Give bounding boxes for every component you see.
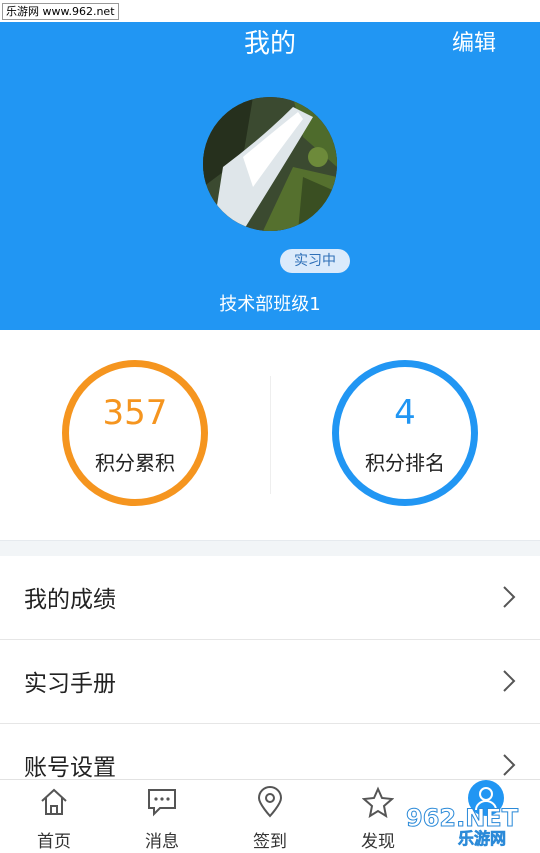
tab-checkin[interactable]: 签到 (216, 780, 324, 853)
points-rank-label: 积分排名 (365, 451, 445, 475)
tab-label: 首页 (37, 832, 71, 852)
chevron-right-icon (503, 754, 516, 776)
menu-item-label: 我的成绩 (24, 587, 116, 613)
tab-label: 消息 (145, 832, 179, 852)
avatar-waterfall-image (203, 97, 337, 231)
points-total-ring[interactable]: 357 积分累积 (62, 360, 208, 506)
menu-item-grades[interactable]: 我的成绩 (0, 556, 540, 640)
settings-menu: 我的成绩 实习手册 账号设置 (0, 556, 540, 808)
tab-home[interactable]: 首页 (0, 780, 108, 853)
chevron-right-icon (503, 586, 516, 608)
watermark-bottom: 962.NET (406, 804, 519, 832)
star-icon (362, 786, 394, 818)
points-rank-ring[interactable]: 4 积分排名 (332, 360, 478, 506)
watermark-top: 乐游网 www.962.net (2, 3, 119, 20)
message-icon (148, 789, 176, 817)
menu-item-label: 账号设置 (24, 755, 116, 781)
points-total-label: 积分累积 (95, 451, 175, 475)
department-label: 技术部班级1 (219, 294, 321, 315)
section-gap (0, 540, 540, 557)
menu-item-handbook[interactable]: 实习手册 (0, 640, 540, 724)
home-icon (41, 788, 67, 815)
profile-header: 我的 编辑 实习中 技术部班级1 (0, 22, 540, 330)
stats-panel: 357 积分累积 4 积分排名 (0, 330, 540, 540)
status-badge: 实习中 (280, 249, 350, 273)
tab-label: 签到 (253, 832, 287, 852)
stats-divider (270, 376, 271, 494)
chevron-right-icon (503, 670, 516, 692)
edit-button[interactable]: 编辑 (452, 24, 496, 64)
tab-messages[interactable]: 消息 (108, 780, 216, 853)
svg-text:乐游网: 乐游网 (458, 829, 506, 848)
menu-item-label: 实习手册 (24, 671, 116, 697)
points-total-value: 357 (102, 393, 168, 433)
points-rank-value: 4 (394, 393, 416, 433)
watermark-logo: 962.NET 乐游网 (406, 804, 520, 849)
avatar[interactable] (203, 97, 337, 231)
location-icon (257, 786, 283, 818)
